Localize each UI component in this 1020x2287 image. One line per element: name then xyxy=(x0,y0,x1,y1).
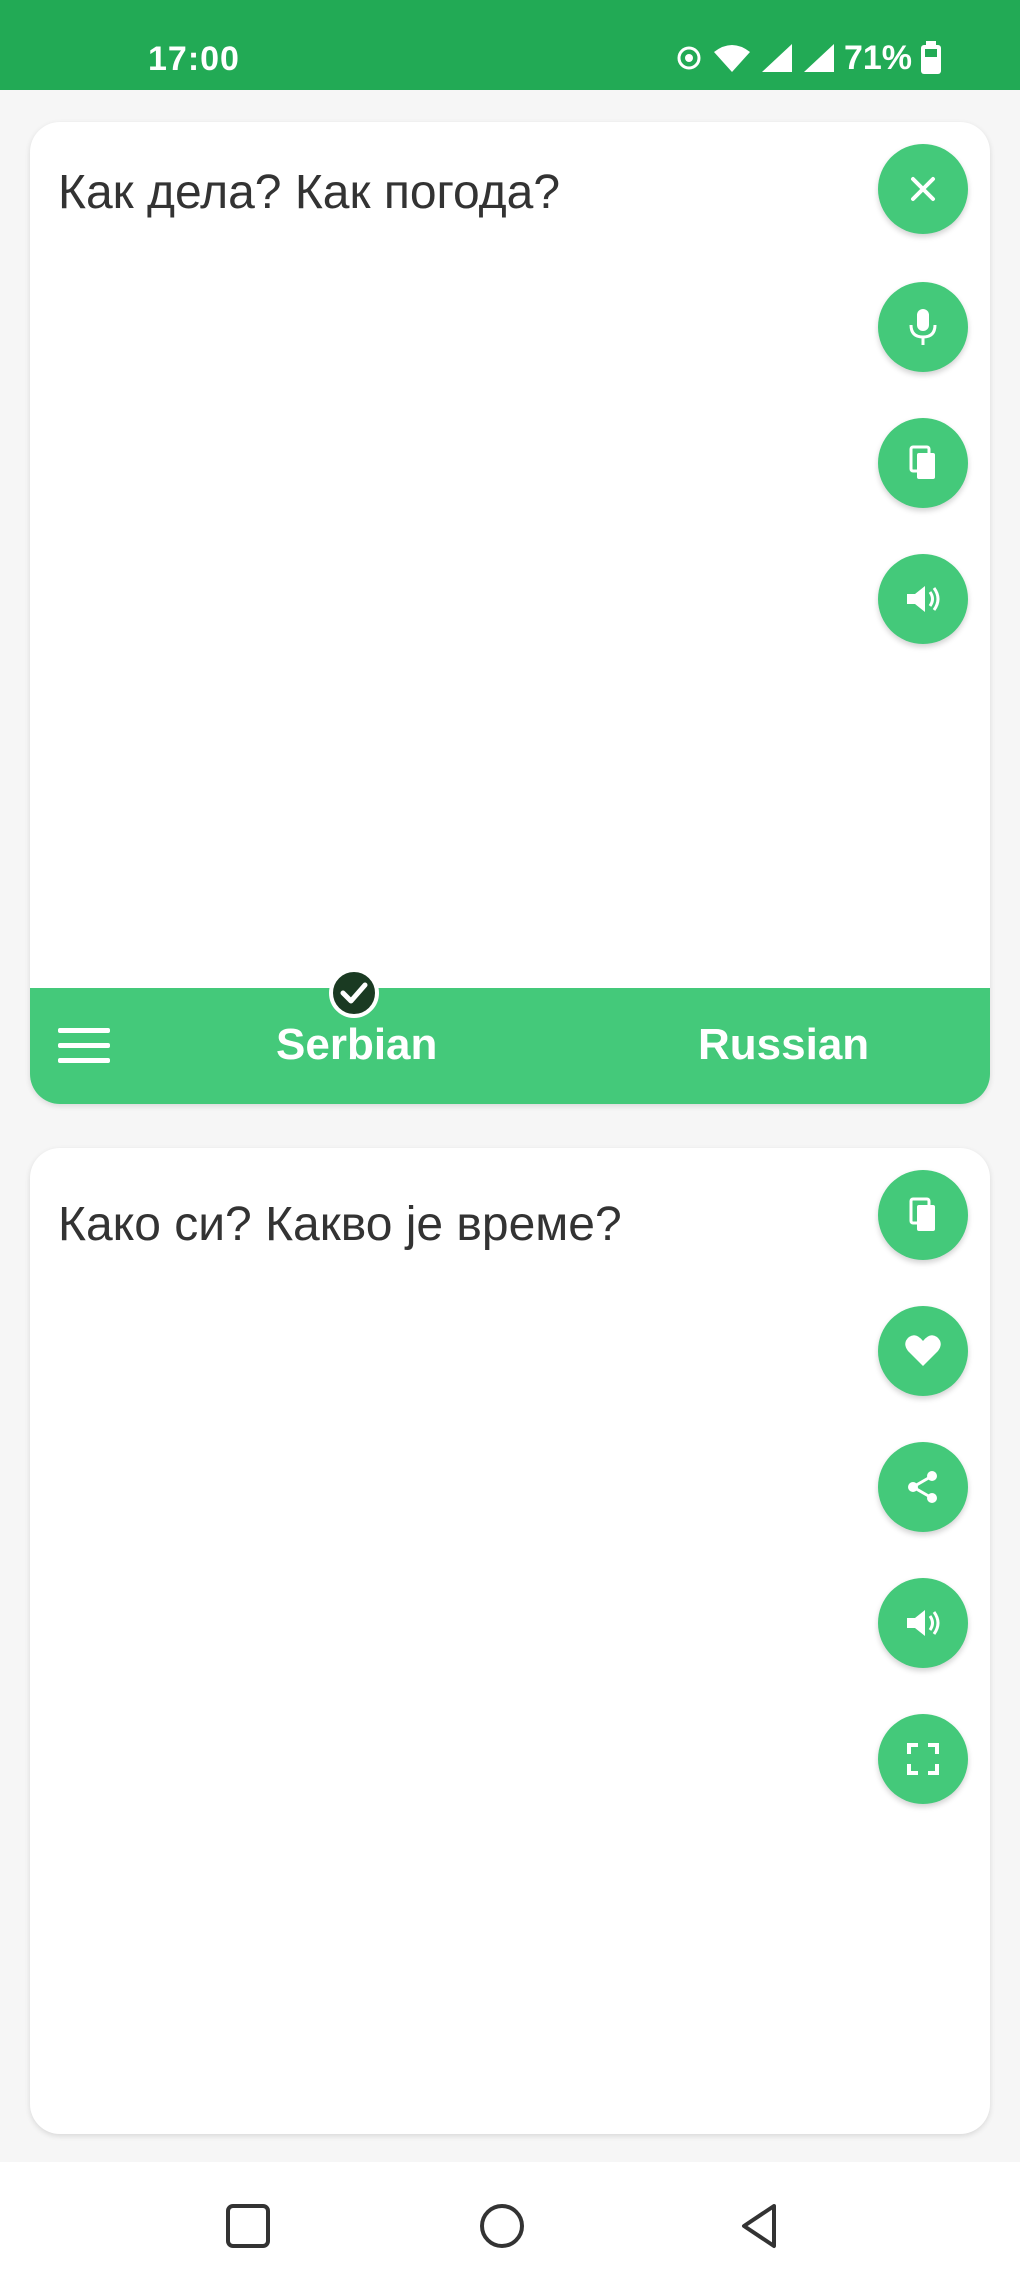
language-bar: Serbian Russian xyxy=(30,988,990,1104)
source-speak-button[interactable] xyxy=(878,554,968,644)
copy-icon xyxy=(909,445,935,479)
status-bar: 17:00 71% xyxy=(0,0,1020,90)
voice-input-button[interactable] xyxy=(878,282,968,372)
back-icon[interactable] xyxy=(734,2200,786,2252)
speaker-icon xyxy=(907,1610,940,1636)
source-language-button[interactable]: Serbian xyxy=(276,1020,437,1070)
recent-apps-icon[interactable] xyxy=(222,2200,274,2252)
favorite-button[interactable] xyxy=(878,1306,968,1396)
copy-icon xyxy=(909,1197,935,1231)
paste-button[interactable] xyxy=(878,418,968,508)
signal-icon xyxy=(803,44,834,72)
translation-panel: Како си? Какво је време? xyxy=(30,1148,990,2134)
heart-icon xyxy=(905,1335,941,1366)
signal-icon xyxy=(761,44,792,72)
translation-text: Како си? Какво је време? xyxy=(58,1198,622,1251)
share-icon xyxy=(908,1471,937,1503)
source-panel: Как дела? Как погода? Serbian Russian xyxy=(30,122,990,1104)
status-icons: 71% xyxy=(674,36,942,80)
translation-speak-button[interactable] xyxy=(878,1578,968,1668)
fullscreen-button[interactable] xyxy=(878,1714,968,1804)
status-time: 17:00 xyxy=(148,40,240,78)
wifi-icon xyxy=(713,45,750,72)
close-icon xyxy=(911,177,935,201)
fullscreen-icon xyxy=(907,1743,939,1775)
source-text-input[interactable]: Как дела? Как погода? xyxy=(58,162,858,224)
home-icon[interactable] xyxy=(476,2200,528,2252)
navigation-bar xyxy=(0,2162,1020,2287)
copy-translation-button[interactable] xyxy=(878,1170,968,1260)
clear-button[interactable] xyxy=(878,144,968,234)
microphone-icon xyxy=(909,309,937,345)
selected-language-badge xyxy=(329,968,379,1018)
menu-icon[interactable] xyxy=(56,1022,112,1070)
checkmark-icon xyxy=(340,982,368,1004)
target-language-button[interactable]: Russian xyxy=(698,1020,869,1070)
speaker-icon xyxy=(907,586,940,612)
hotspot-icon xyxy=(677,46,701,70)
battery-percent: 71% xyxy=(843,38,912,77)
share-button[interactable] xyxy=(878,1442,968,1532)
battery-icon xyxy=(921,41,941,74)
